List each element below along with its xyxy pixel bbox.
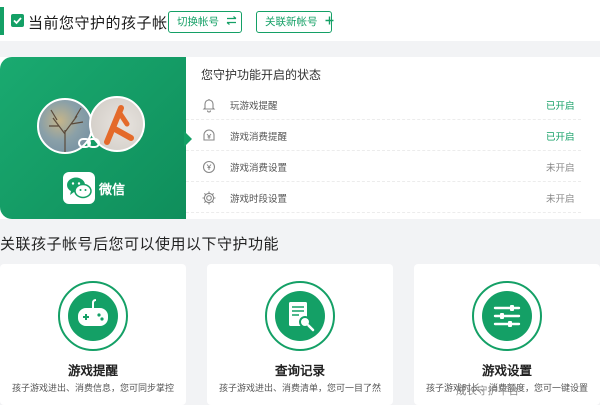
document-search-icon: [289, 302, 315, 332]
status-label: 游戏消费提醒: [230, 132, 288, 143]
feature-icon-ring: [265, 281, 335, 351]
status-value: 未开启: [546, 163, 575, 174]
sliders-icon: [493, 305, 521, 327]
yen-settings-icon: [201, 159, 217, 175]
status-row: 玩游戏提醒 已开启: [186, 90, 581, 120]
check-icon: [11, 14, 24, 27]
wechat-icon: [63, 172, 95, 204]
feature-icon-ring: [472, 281, 542, 351]
status-heading: 您守护功能开启的状态: [201, 68, 322, 82]
feature-name: 游戏设置: [481, 363, 532, 378]
switch-icon: [226, 12, 237, 32]
gamepad-icon: [78, 299, 108, 326]
switch-account-button[interactable]: 切换帐号: [168, 11, 242, 33]
bell-icon: [201, 97, 217, 113]
status-value: 已开启: [546, 101, 575, 112]
gear-icon: [201, 190, 217, 206]
feature-icon-ring: [58, 281, 128, 351]
feature-card-game-reminder[interactable]: 游戏提醒 孩子游戏进出、消费信息，您可同步掌控: [0, 264, 186, 405]
status-label: 游戏消费设置: [230, 163, 288, 174]
status-row: 游戏消费设置 未开启: [186, 152, 581, 182]
page-title: 当前您守护的孩子帐号: [28, 14, 184, 32]
features-title: 关联孩子帐号后您可以使用以下守护功能: [0, 235, 280, 253]
feature-desc: 孩子游戏进出、消费清单，您可一目了然: [218, 384, 381, 394]
accent-bar: [0, 7, 4, 35]
status-value: 已开启: [546, 132, 575, 143]
feature-card-query-records[interactable]: 查询记录 孩子游戏进出、消费清单，您可一目了然: [207, 264, 393, 405]
link-new-account-label: 关联新帐号: [265, 16, 318, 28]
status-value: 未开启: [546, 194, 575, 205]
platform-label: 微信: [99, 183, 126, 198]
link-icon: [78, 135, 100, 155]
feature-desc: 孩子游戏进出、消费信息，您可同步掌控: [11, 384, 174, 394]
top-bar: 当前您守护的孩子帐号 切换帐号 关联新帐号: [0, 0, 600, 41]
yen-bell-icon: [201, 128, 217, 144]
status-label: 玩游戏提醒: [230, 101, 278, 112]
link-new-account-button[interactable]: 关联新帐号: [256, 11, 334, 33]
feature-name: 游戏提醒: [67, 363, 118, 378]
status-row: 游戏时段设置 未开启: [186, 183, 581, 213]
status-list: 您守护功能开启的状态 玩游戏提醒 已开启 游戏消费提醒 已开启 游戏消费设置 未…: [186, 57, 600, 219]
watermark: 成长守护平台: [456, 385, 519, 397]
feature-name: 查询记录: [274, 363, 325, 378]
guard-status-card: 微信 您守护功能开启的状态 玩游戏提醒 已开启 游戏消费提醒 已开启 游戏消费设…: [0, 57, 600, 219]
child-account-panel: 微信: [0, 57, 186, 219]
plus-icon: [325, 12, 334, 32]
switch-account-label: 切换帐号: [177, 16, 219, 28]
status-row: 游戏消费提醒 已开启: [186, 121, 581, 151]
status-label: 游戏时段设置: [230, 194, 288, 205]
